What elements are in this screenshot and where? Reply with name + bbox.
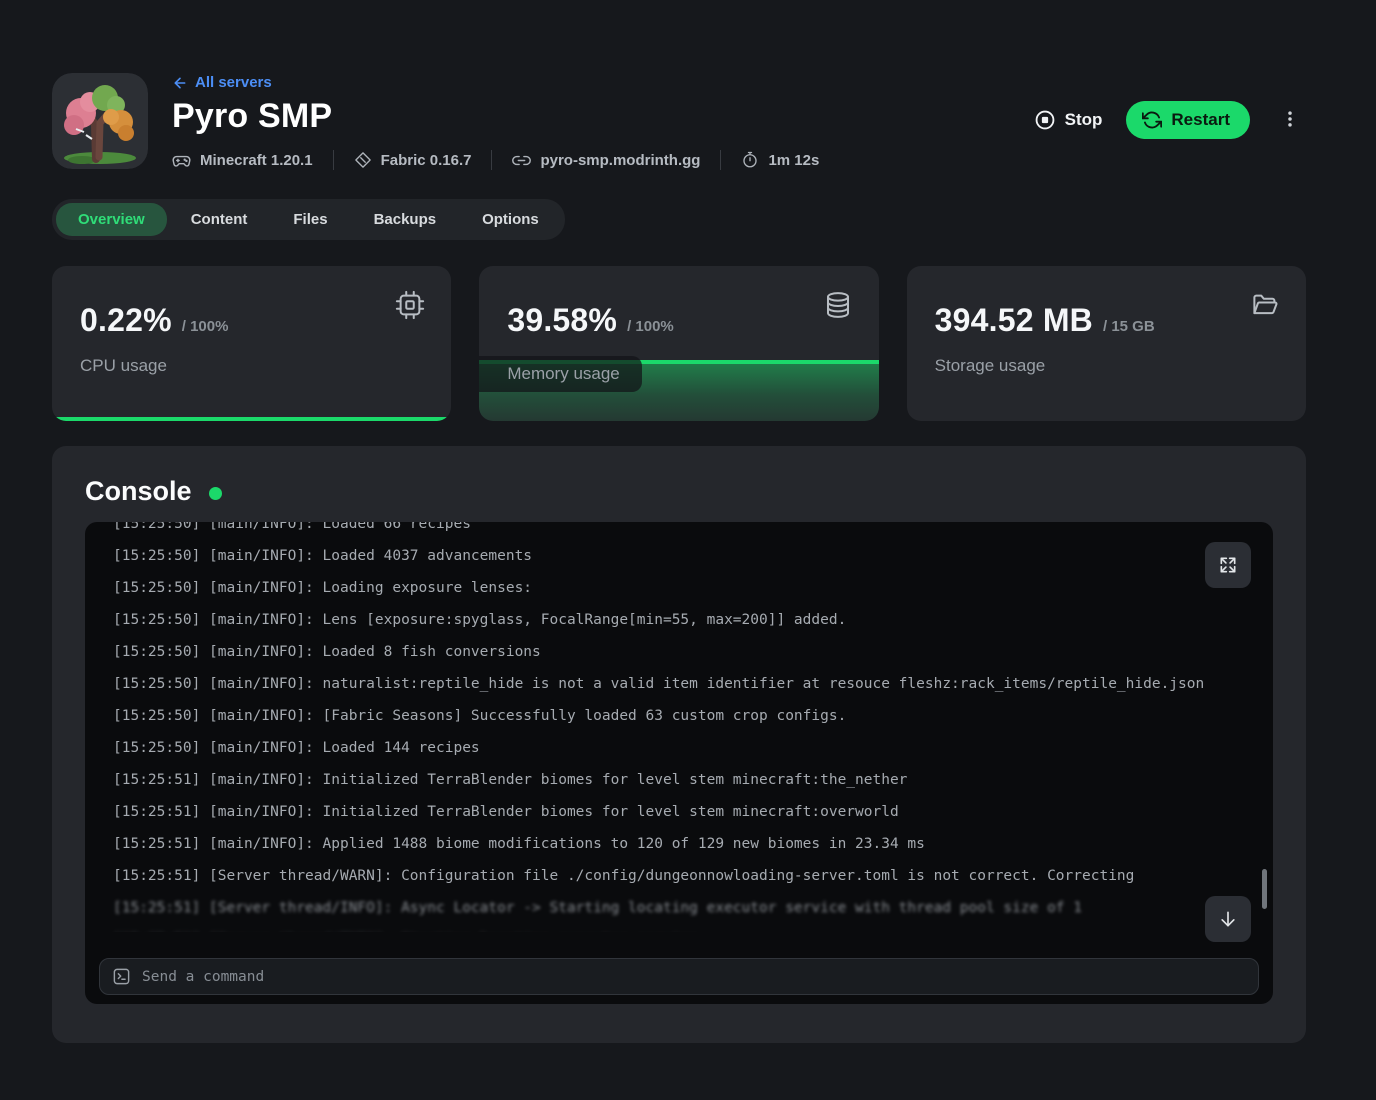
restart-button[interactable]: Restart [1126,101,1250,139]
server-panel-page: All servers Pyro SMP Minecraft 1.20.1 Fa… [0,0,1376,1100]
storage-usage-card: 394.52 MB / 15 GB Storage usage [907,266,1306,421]
tab-backups[interactable]: Backups [352,203,459,236]
game-version-label: Minecraft 1.20.1 [200,152,313,169]
memory-usage-max: / 100% [627,318,674,335]
console-log-line: [15:25:50] [main/INFO]: naturalist:repti… [113,668,1245,700]
storage-usage-max: / 15 GB [1103,318,1155,335]
page-title: Pyro SMP [172,97,819,136]
tab-files[interactable]: Files [271,203,349,236]
console-log-line: [15:25:51] [Server thread/WARN]: Configu… [113,860,1245,892]
console-log-panel[interactable]: [15:25:50] [main/INFO]: Loaded 66 recipe… [85,522,1273,1004]
server-header: All servers Pyro SMP Minecraft 1.20.1 Fa… [52,73,1306,170]
server-tabbar: Overview Content Files Backups Options [52,199,565,240]
memory-usage-value: 39.58% [507,302,617,339]
cpu-usage-fill [52,417,451,421]
loader-version: Fabric 0.16.7 [354,151,472,169]
tab-options[interactable]: Options [460,203,561,236]
cpu-icon [395,290,425,320]
storage-usage-value: 394.52 MB [935,302,1093,339]
database-icon [823,290,853,320]
header-actions: Stop Restart [1034,101,1306,139]
arrow-left-icon [172,75,188,91]
cpu-usage-card: 0.22% / 100% CPU usage [52,266,451,421]
stop-button[interactable]: Stop [1034,109,1103,131]
scroll-to-bottom-button[interactable] [1205,896,1251,942]
back-link-label: All servers [195,74,272,91]
online-status-dot [209,487,222,500]
expand-icon [1218,555,1238,575]
loader-version-label: Fabric 0.16.7 [381,152,472,169]
console-fullscreen-button[interactable] [1205,542,1251,588]
console-log-line: [15:25:50] [main/INFO]: Loaded 66 recipe… [113,522,1245,540]
terminal-icon [112,967,131,986]
cpu-usage-label: CPU usage [80,356,167,376]
stop-circle-icon [1034,109,1056,131]
console-log-line: [15:25:50] [main/INFO]: Loaded 4037 adva… [113,540,1245,572]
meta-separator [333,150,334,170]
folder-open-icon [1250,290,1280,320]
console-log-line: [15:25:51] [Server thread/INFO]: Async L… [113,892,1245,924]
server-meta-row: Minecraft 1.20.1 Fabric 0.16.7 pyro-smp.… [172,150,819,170]
meta-separator [720,150,721,170]
console-log-line: [15:25:51] [main/INFO]: Applied 1488 bio… [113,828,1245,860]
arrow-down-icon [1218,909,1238,929]
memory-usage-label: Memory usage [479,356,641,392]
server-uptime: 1m 12s [741,151,819,169]
meta-separator [491,150,492,170]
console-log-line: [15:25:50] [main/INFO]: Lens [exposure:s… [113,604,1245,636]
console-log-line: [15:25:50] [main/INFO]: Loading exposure… [113,572,1245,604]
server-uptime-label: 1m 12s [768,152,819,169]
command-input-row [99,958,1259,995]
fabric-loader-icon [354,151,372,169]
restart-icon [1142,110,1162,130]
link-icon [512,151,531,170]
stats-row: 0.22% / 100% CPU usage 39.58% / 100% Mem… [52,266,1306,421]
cpu-usage-value: 0.22% [80,302,172,339]
console-log-line: [15:25:51] [main/INFO]: Initialized Terr… [113,796,1245,828]
console-card: Console [15:25:50] [main/INFO]: Loaded 6… [52,446,1306,1043]
console-header: Console [85,476,1273,507]
memory-usage-card: 39.58% / 100% Memory usage [479,266,878,421]
console-title: Console [85,476,192,507]
kebab-menu-icon [1280,108,1300,130]
console-scrollbar[interactable] [1262,869,1267,909]
tab-overview[interactable]: Overview [56,203,167,236]
console-log-line: [15:25:50] [main/INFO]: Loaded 144 recip… [113,732,1245,764]
gamepad-icon [172,151,191,170]
console-log-line: [15:25:50] [main/INFO]: Loaded 8 fish co… [113,636,1245,668]
more-options-button[interactable] [1274,104,1306,137]
stop-button-label: Stop [1065,110,1103,130]
console-log-line: [15:25:50] [main/INFO]: [Fabric Seasons]… [113,700,1245,732]
restart-button-label: Restart [1171,110,1230,130]
stopwatch-icon [741,151,759,169]
command-input[interactable] [142,969,1246,985]
server-address-label: pyro-smp.modrinth.gg [540,152,700,169]
server-avatar [52,73,148,169]
storage-usage-label: Storage usage [935,356,1046,376]
cpu-usage-max: / 100% [182,318,229,335]
game-version: Minecraft 1.20.1 [172,151,313,170]
console-log-lines: [15:25:50] [main/INFO]: Loaded 66 recipe… [85,522,1273,932]
tab-content[interactable]: Content [169,203,270,236]
console-log-line: [15:25:51] [Server thread/INFO]: Startin… [113,924,1245,932]
back-to-all-servers-link[interactable]: All servers [172,74,819,91]
console-log-line: [15:25:51] [main/INFO]: Initialized Terr… [113,764,1245,796]
server-address[interactable]: pyro-smp.modrinth.gg [512,151,700,170]
